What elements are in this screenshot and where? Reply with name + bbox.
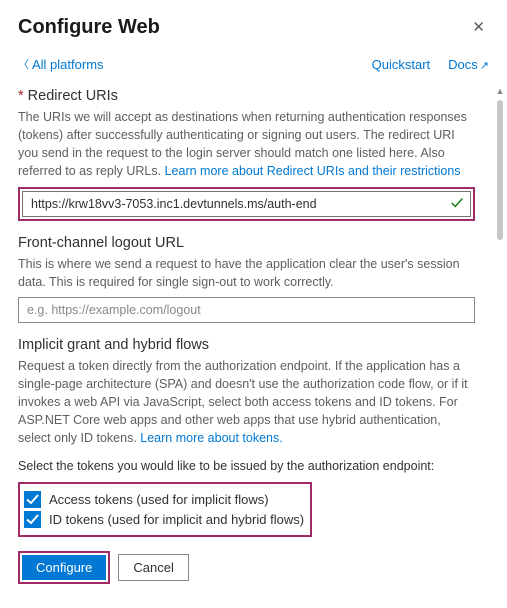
scroll-track[interactable] (497, 100, 503, 551)
redirect-uris-description: The URIs we will accept as destinations … (18, 108, 475, 181)
redirect-uri-input[interactable] (23, 197, 470, 211)
logout-url-field (18, 297, 475, 323)
redirect-uri-highlight (18, 187, 475, 221)
token-checkbox-highlight: Access tokens (used for implicit flows) … (18, 482, 312, 537)
back-all-platforms[interactable]: 〈 All platforms (18, 56, 104, 72)
docs-link[interactable]: Docs↗ (448, 57, 489, 72)
logout-url-input[interactable] (19, 298, 474, 322)
panel-title: Configure Web (18, 16, 160, 39)
select-tokens-text: Select the tokens you would like to be i… (18, 457, 475, 475)
id-tokens-label: ID tokens (used for implicit and hybrid … (49, 512, 304, 527)
implicit-description: Request a token directly from the author… (18, 357, 475, 448)
redirect-uri-field (22, 191, 471, 217)
id-tokens-checkbox[interactable] (24, 511, 41, 528)
valid-check-icon (450, 196, 464, 210)
scroll-up-icon[interactable]: ▲ (496, 86, 505, 96)
scroll-thumb[interactable] (497, 100, 503, 240)
redirect-uris-heading: Redirect URIs (18, 88, 475, 104)
access-tokens-label: Access tokens (used for implicit flows) (49, 492, 269, 507)
redirect-learn-more-link[interactable]: Learn more about Redirect URIs and their… (165, 164, 461, 178)
configure-button[interactable]: Configure (22, 555, 106, 580)
close-icon[interactable]: ✕ (468, 14, 489, 40)
access-tokens-checkbox[interactable] (24, 491, 41, 508)
scrollbar[interactable]: ▲ (493, 82, 507, 551)
configure-button-highlight: Configure (18, 551, 110, 584)
implicit-learn-more-link[interactable]: Learn more about tokens. (140, 431, 282, 445)
quickstart-link[interactable]: Quickstart (372, 57, 431, 72)
implicit-heading: Implicit grant and hybrid flows (18, 337, 475, 353)
logout-url-heading: Front-channel logout URL (18, 235, 475, 251)
id-tokens-row: ID tokens (used for implicit and hybrid … (24, 511, 304, 528)
chevron-left-icon: 〈 (18, 56, 29, 72)
back-label: All platforms (32, 57, 104, 72)
cancel-button[interactable]: Cancel (118, 554, 188, 581)
logout-url-description: This is where we send a request to have … (18, 255, 475, 291)
external-link-icon: ↗ (480, 60, 489, 72)
docs-label: Docs (448, 57, 478, 72)
access-tokens-row: Access tokens (used for implicit flows) (24, 491, 304, 508)
